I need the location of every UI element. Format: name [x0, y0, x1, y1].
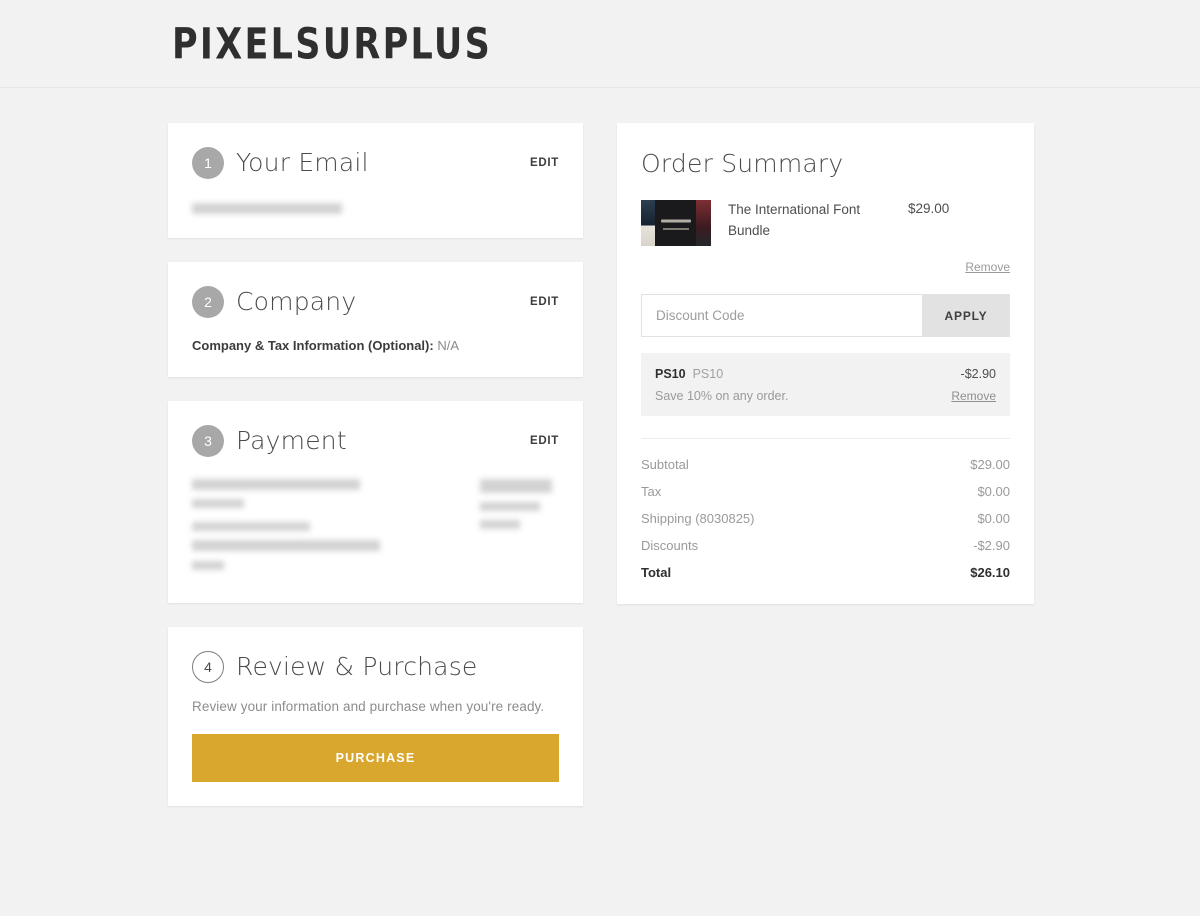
applied-discount-codes: PS10 PS10	[655, 365, 723, 383]
order-summary-card: Order Summary The International Font Bun…	[617, 123, 1034, 604]
company-tax-label: Company & Tax Information (Optional):	[192, 338, 434, 353]
step-card-payment: 3 Payment EDIT	[168, 401, 583, 603]
total-row-grand: Total $26.10	[641, 565, 1010, 580]
step-header: 4 Review & Purchase	[192, 649, 559, 685]
total-row-subtotal: Subtotal $29.00	[641, 457, 1010, 472]
thumbnail-logo-subtext	[663, 228, 689, 231]
redacted-line	[192, 479, 360, 490]
step-number-badge: 4	[192, 651, 224, 683]
order-line-item: The International Font Bundle $29.00	[641, 200, 1010, 246]
applied-discount-top: PS10 PS10 -$2.90	[655, 365, 996, 383]
redacted-card-details	[480, 477, 559, 579]
applied-discount-row: PS10 PS10 -$2.90 Save 10% on any order. R…	[641, 353, 1010, 416]
thumbnail-logo-mark	[661, 219, 691, 223]
total-label: Tax	[641, 484, 662, 499]
step-body-company: Company & Tax Information (Optional): N/…	[192, 320, 559, 353]
applied-discount-description: Save 10% on any order.	[655, 389, 789, 403]
order-totals: Subtotal $29.00 Tax $0.00 Shipping (8030…	[641, 438, 1010, 580]
redacted-line	[192, 561, 224, 570]
step-title: Review & Purchase	[236, 652, 478, 682]
total-value: $0.00	[977, 511, 1010, 526]
step-number-badge: 3	[192, 425, 224, 457]
total-value: $0.00	[977, 484, 1010, 499]
review-instructions: Review your information and purchase whe…	[192, 699, 545, 714]
redacted-line	[480, 502, 540, 511]
thumbnail-strip-left	[641, 200, 655, 246]
applied-discount-code-alt: PS10	[692, 367, 724, 381]
product-price: $29.00	[908, 201, 950, 216]
total-row-shipping: Shipping (8030825) $0.00	[641, 511, 1010, 526]
redacted-line	[192, 522, 310, 531]
company-tax-value: N/A	[437, 338, 459, 353]
total-row-tax: Tax $0.00	[641, 484, 1010, 499]
step-card-company: 2 Company EDIT Company & Tax Information…	[168, 262, 583, 377]
apply-discount-button[interactable]: APPLY	[922, 294, 1010, 337]
thumbnail-strip-right	[696, 200, 711, 246]
redacted-line	[480, 520, 520, 529]
step-body-email	[192, 181, 559, 214]
total-value: -$2.90	[973, 538, 1010, 553]
total-row-discounts: Discounts -$2.90	[641, 538, 1010, 553]
redacted-line	[480, 479, 552, 493]
total-value: $29.00	[970, 457, 1010, 472]
grand-total-value: $26.10	[970, 565, 1010, 580]
step-title: Company	[236, 287, 357, 317]
step-title: Payment	[236, 426, 347, 456]
company-tax-info: Company & Tax Information (Optional): N/…	[192, 338, 559, 353]
site-header: PIXELSURPLUS	[0, 0, 1200, 88]
applied-discount-bottom: Save 10% on any order. Remove	[655, 383, 996, 403]
purchase-button[interactable]: PURCHASE	[192, 734, 559, 782]
grand-total-label: Total	[641, 565, 672, 580]
redacted-email-value	[192, 203, 342, 214]
edit-email-button[interactable]: EDIT	[530, 157, 559, 169]
total-label: Discounts	[641, 538, 699, 553]
remove-item-link[interactable]: Remove	[641, 260, 1010, 274]
step-body-payment	[192, 459, 559, 579]
order-summary-title: Order Summary	[641, 149, 844, 178]
redacted-billing-address	[192, 477, 380, 579]
order-summary-column: Order Summary The International Font Bun…	[617, 123, 1034, 604]
total-label: Shipping (8030825)	[641, 511, 755, 526]
product-name: The International Font Bundle	[728, 202, 861, 238]
step-title: Your Email	[236, 148, 369, 178]
brand-logo[interactable]: PIXELSURPLUS	[172, 22, 492, 65]
applied-discount-amount: -$2.90	[960, 367, 996, 381]
step-header: 1 Your Email EDIT	[192, 145, 559, 181]
applied-discount-code: PS10	[655, 367, 686, 381]
checkout-layout: 1 Your Email EDIT 2 Company EDIT Company…	[0, 88, 1200, 830]
step-header: 3 Payment EDIT	[192, 423, 559, 459]
product-thumbnail	[641, 200, 711, 246]
discount-code-row: APPLY	[641, 294, 1010, 337]
step-card-email: 1 Your Email EDIT	[168, 123, 583, 238]
edit-payment-button[interactable]: EDIT	[530, 435, 559, 447]
redacted-line	[192, 540, 380, 551]
edit-company-button[interactable]: EDIT	[530, 296, 559, 308]
discount-code-input[interactable]	[641, 294, 922, 337]
total-label: Subtotal	[641, 457, 689, 472]
step-number-badge: 2	[192, 286, 224, 318]
step-header: 2 Company EDIT	[192, 284, 559, 320]
redacted-line	[192, 499, 244, 508]
checkout-steps-column: 1 Your Email EDIT 2 Company EDIT Company…	[168, 123, 583, 830]
step-number-badge: 1	[192, 147, 224, 179]
remove-discount-link[interactable]: Remove	[951, 389, 996, 403]
step-card-review: 4 Review & Purchase Review your informat…	[168, 627, 583, 806]
